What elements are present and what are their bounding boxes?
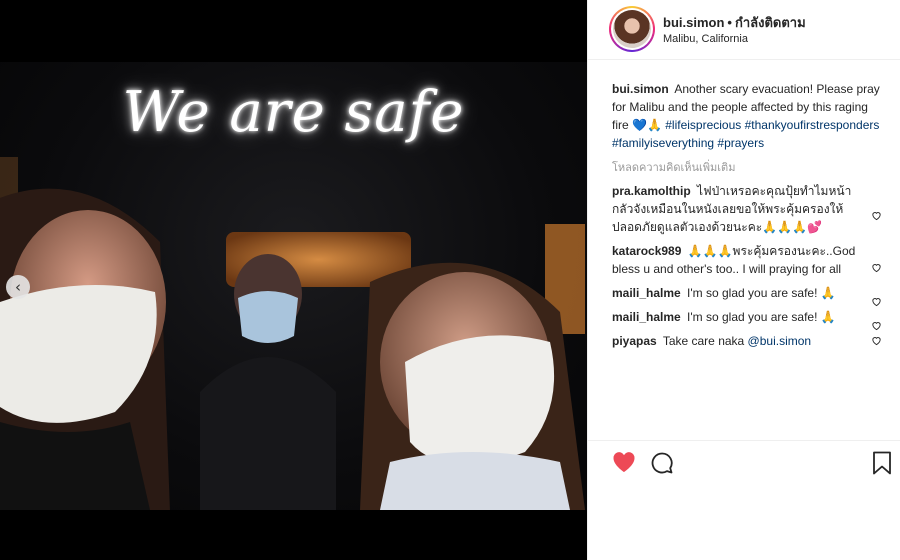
heart-filled-icon[interactable] xyxy=(612,451,636,473)
post-action-bar xyxy=(588,440,900,480)
post-photo-panel: We are safe ‹ xyxy=(0,0,587,560)
comment-like-icon[interactable] xyxy=(871,296,882,307)
carousel-prev-button[interactable]: ‹ xyxy=(6,275,30,299)
comment-item: piyapas Take care naka @bui.simon xyxy=(612,332,882,350)
overlay-text-we-are-safe: We are safe xyxy=(122,80,465,145)
hashtag-link[interactable]: #familyiseverything xyxy=(612,136,714,150)
post-header: bui.simon • กำลังติดตาม Malibu, California xyxy=(588,0,900,60)
following-button[interactable]: กำลังติดตาม xyxy=(735,15,806,30)
comment-username[interactable]: katarock989 xyxy=(612,244,681,258)
comment-like-icon[interactable] xyxy=(871,335,882,346)
comment-username[interactable]: maili_halme xyxy=(612,310,681,324)
speech-bubble-icon[interactable] xyxy=(650,451,674,475)
comment-like-icon[interactable] xyxy=(871,210,882,221)
header-separator: • xyxy=(727,15,732,30)
avatar[interactable] xyxy=(609,6,655,52)
load-more-comments-button[interactable]: โหลดความคิดเห็นเพิ่มเติม xyxy=(612,160,882,176)
comment-username[interactable]: maili_halme xyxy=(612,286,681,300)
avatar-photo xyxy=(613,10,651,48)
comment-item: pra.kamolthip ไฟป่าเหรอคะคุณปุ้ยทำไมหน้า… xyxy=(612,182,882,236)
comment-text: I'm so glad you are safe! 🙏 xyxy=(687,286,836,300)
comment-item: maili_halme I'm so glad you are safe! 🙏 xyxy=(612,308,882,331)
bookmark-icon[interactable] xyxy=(872,451,892,475)
avatar-ring xyxy=(611,8,653,50)
comment-mention-link[interactable]: @bui.simon xyxy=(748,334,812,348)
comments-list: bui.simon Another scary evacuation! Plea… xyxy=(612,80,882,350)
hashtag-link[interactable]: #prayers xyxy=(717,136,764,150)
post-sidebar: bui.simon • กำลังติดตาม Malibu, California… xyxy=(587,0,900,560)
header-username[interactable]: bui.simon xyxy=(663,15,724,30)
comment-item: katarock989 🙏🙏🙏พระคุ้มครองนะคะ..God bles… xyxy=(612,242,882,278)
comment-text: I'm so glad you are safe! 🙏 xyxy=(687,310,836,324)
hashtag-link[interactable]: #lifeisprecious xyxy=(665,118,741,132)
location-link[interactable]: Malibu, California xyxy=(663,33,748,45)
caption-username[interactable]: bui.simon xyxy=(612,82,669,96)
comment-username[interactable]: piyapas xyxy=(612,334,657,348)
hashtag-link[interactable]: #thankyoufirstresponders xyxy=(745,118,880,132)
comment-text: Take care naka xyxy=(662,334,748,348)
post-caption: bui.simon Another scary evacuation! Plea… xyxy=(612,80,882,152)
comment-username[interactable]: pra.kamolthip xyxy=(612,184,691,198)
header-user-line: bui.simon • กำลังติดตาม xyxy=(663,12,806,33)
comment-like-icon[interactable] xyxy=(871,320,882,331)
comment-item: maili_halme I'm so glad you are safe! 🙏 xyxy=(612,284,882,307)
comment-like-icon[interactable] xyxy=(871,262,882,273)
